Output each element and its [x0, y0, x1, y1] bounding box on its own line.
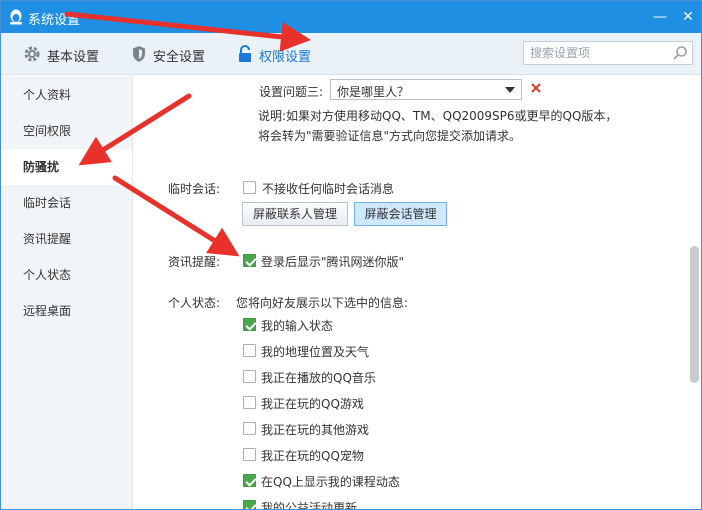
- tab-basic-settings[interactable]: 基本设置: [23, 45, 113, 65]
- news-alert-label: 资讯提醒:: [168, 255, 221, 269]
- status-option-label: 我正在玩的QQ宠物: [261, 449, 364, 463]
- lock-icon: [239, 45, 251, 62]
- sidebar-item-temp-session[interactable]: 临时会话: [1, 185, 132, 221]
- status-option-checkbox[interactable]: [243, 422, 256, 435]
- gear-icon: [24, 46, 40, 62]
- status-option-checkbox[interactable]: [243, 318, 256, 331]
- sidebar-item-space-permission[interactable]: 空间权限: [1, 113, 132, 149]
- tab-label: 安全设置: [153, 50, 206, 65]
- settings-content: 设置问题三: 你是哪里人？ 说明:如果对方使用移动QQ、TM、QQ2009SP6…: [134, 76, 701, 510]
- question3-select[interactable]: 你是哪里人？: [330, 79, 522, 100]
- delete-x-icon[interactable]: [530, 82, 542, 97]
- qq-penguin-icon: [7, 8, 25, 26]
- tab-security-settings[interactable]: 安全设置: [131, 45, 221, 65]
- sidebar-item-remote-desktop[interactable]: 远程桌面: [1, 293, 132, 329]
- status-option-label: 在QQ上显示我的课程动态: [261, 475, 400, 489]
- status-option-checkbox[interactable]: [243, 500, 256, 509]
- show-tencent-mini-label: 登录后显示"腾讯网迷你版": [261, 255, 405, 269]
- block-temp-session-label: 不接收任何临时会话消息: [262, 182, 395, 196]
- vertical-scrollbar-thumb[interactable]: [690, 246, 699, 383]
- tab-label: 基本设置: [47, 50, 100, 65]
- status-option-checkbox[interactable]: [243, 344, 256, 357]
- status-option-label: 我的输入状态: [261, 319, 334, 333]
- status-option-checkbox[interactable]: [243, 396, 256, 409]
- status-option-label: 我正在玩的其他游戏: [261, 423, 370, 437]
- search-icon[interactable]: [672, 45, 688, 64]
- sidebar-item-personal-status[interactable]: 个人状态: [1, 257, 132, 293]
- block-temp-session-checkbox[interactable]: [243, 181, 256, 194]
- status-option-label: 我的公益活动更新: [261, 501, 358, 510]
- block-contacts-manage-button[interactable]: 屏蔽联系人管理: [242, 202, 348, 226]
- show-tencent-mini-checkbox[interactable]: [243, 254, 256, 267]
- status-option-label: 我的地理位置及天气: [261, 345, 370, 359]
- status-option-label: 我正在玩的QQ游戏: [261, 397, 364, 411]
- search-box[interactable]: [523, 41, 693, 65]
- settings-window: 系统设置 — ✕ 基本设置 安全设置 权限设置 搜索设置项 个人资料 空间权限 …: [0, 0, 702, 510]
- question3-label: 设置问题三:: [259, 85, 324, 99]
- question3-value: 你是哪里人？: [337, 85, 410, 99]
- status-option-label: 我正在播放的QQ音乐: [261, 371, 376, 385]
- status-option-checkbox[interactable]: [243, 448, 256, 461]
- block-sessions-manage-button[interactable]: 屏蔽会话管理: [354, 202, 447, 226]
- window-title: 系统设置: [28, 13, 81, 28]
- temp-session-label: 临时会话:: [168, 182, 221, 196]
- settings-toolbar: 基本设置 安全设置 权限设置: [1, 33, 701, 75]
- sidebar: 个人资料 空间权限 防骚扰 临时会话 资讯提醒 个人状态 远程桌面: [1, 76, 133, 509]
- status-option-checkbox[interactable]: [243, 474, 256, 487]
- tab-permission-settings[interactable]: 权限设置: [237, 45, 327, 65]
- tab-label: 权限设置: [259, 50, 312, 65]
- close-button[interactable]: ✕: [675, 5, 701, 29]
- chevron-down-icon: [505, 87, 515, 93]
- shield-icon: [133, 46, 145, 62]
- minimize-button[interactable]: —: [647, 5, 673, 29]
- sidebar-item-news-alert[interactable]: 资讯提醒: [1, 221, 132, 257]
- personal-status-label: 个人状态:: [168, 296, 221, 310]
- sidebar-item-profile[interactable]: 个人资料: [1, 77, 132, 113]
- sidebar-item-anti-harassment[interactable]: 防骚扰: [1, 149, 132, 185]
- personal-status-intro: 您将向好友展示以下选中的信息:: [236, 296, 409, 310]
- compat-note: 说明:如果对方使用移动QQ、TM、QQ2009SP6或更早的QQ版本，将会转为"…: [258, 109, 618, 143]
- status-option-checkbox[interactable]: [243, 370, 256, 383]
- title-bar[interactable]: 系统设置 — ✕: [1, 1, 701, 33]
- search-input[interactable]: [530, 45, 660, 61]
